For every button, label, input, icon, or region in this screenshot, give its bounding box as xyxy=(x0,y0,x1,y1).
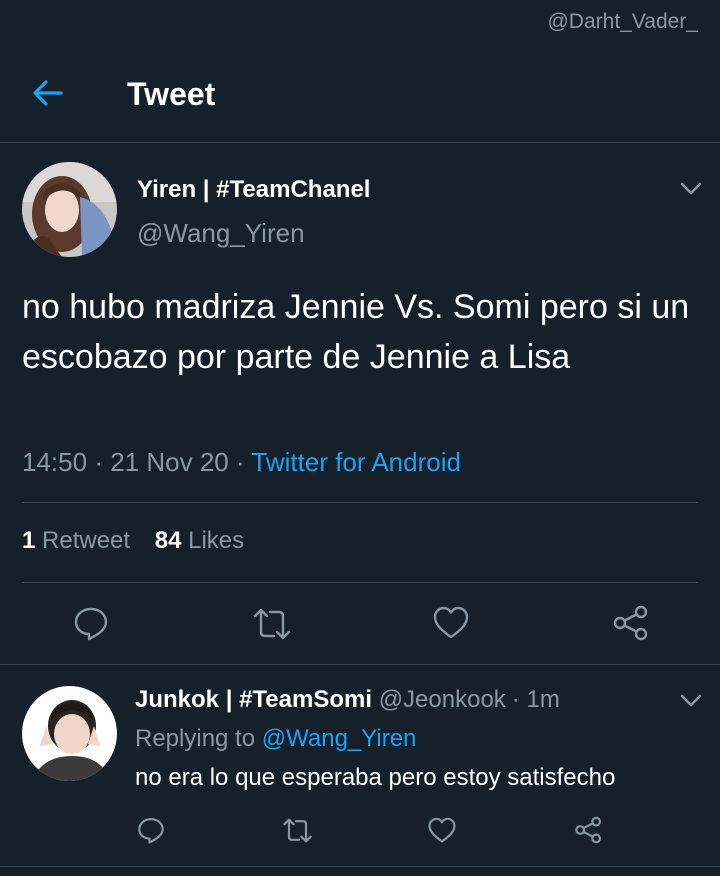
like-count: 84 xyxy=(154,527,182,554)
author-avatar[interactable] xyxy=(22,162,117,257)
share-icon xyxy=(575,816,602,844)
retweet-label: Retweet xyxy=(42,527,131,554)
retweet-icon xyxy=(283,818,312,843)
reply-retweet-button[interactable] xyxy=(282,818,313,843)
replying-label: Replying to xyxy=(135,725,256,752)
back-button[interactable] xyxy=(30,78,64,108)
reply-share-button[interactable] xyxy=(574,816,603,844)
watermark-handle: @Darht_Vader_ xyxy=(547,10,698,33)
divider xyxy=(22,582,698,583)
reply-text: no era lo que esperaba pero estoy satisf… xyxy=(135,764,616,791)
heart-icon xyxy=(428,817,456,843)
separator-dot: · xyxy=(511,686,520,713)
divider xyxy=(0,664,720,665)
likes-stat[interactable]: 84 Likes xyxy=(155,527,244,554)
divider xyxy=(22,502,698,503)
arrow-left-icon xyxy=(33,80,63,106)
like-label: Likes xyxy=(188,527,245,554)
reply-button[interactable] xyxy=(73,605,109,641)
divider xyxy=(0,866,720,867)
tweet-meta: 14:50 · 21 Nov 20 · Twitter for Android xyxy=(22,447,461,478)
tweet-header: Tweet xyxy=(0,44,720,142)
share-icon xyxy=(613,605,648,641)
separator-dot: · xyxy=(235,447,245,477)
comment-icon xyxy=(138,818,164,844)
tweet-time[interactable]: 14:50 xyxy=(22,447,87,477)
avatar-image xyxy=(22,162,117,257)
separator-dot: · xyxy=(94,447,103,477)
reply-author-avatar[interactable] xyxy=(22,686,117,781)
replying-to: Replying to @Wang_Yiren xyxy=(135,725,416,753)
tweet-date[interactable]: 21 Nov 20 xyxy=(110,447,229,477)
divider xyxy=(0,142,720,143)
reply-options-button[interactable] xyxy=(680,694,702,708)
tweet-source-link[interactable]: Twitter for Android xyxy=(251,447,461,477)
share-button[interactable] xyxy=(612,605,650,641)
reply-time[interactable]: 1m xyxy=(526,686,559,713)
chevron-down-icon xyxy=(680,182,702,195)
page-title: Tweet xyxy=(127,76,216,112)
retweet-icon xyxy=(253,608,291,640)
avatar-image xyxy=(22,686,117,781)
reply-like-button[interactable] xyxy=(428,817,456,844)
author-name[interactable]: Yiren | #TeamChanel xyxy=(137,176,370,204)
reply-author-handle[interactable]: @Jeonkook xyxy=(379,686,506,713)
retweet-button[interactable] xyxy=(252,608,292,640)
reply-reply-button[interactable] xyxy=(137,816,165,844)
retweets-stat[interactable]: 1 Retweet xyxy=(22,527,130,554)
heart-icon xyxy=(433,606,469,639)
replying-mention-link[interactable]: @Wang_Yiren xyxy=(262,725,417,752)
like-button[interactable] xyxy=(433,606,469,640)
tweet-stats: 1 Retweet 84 Likes xyxy=(22,527,244,555)
comment-icon xyxy=(74,607,108,641)
retweet-count: 1 xyxy=(22,527,36,554)
chevron-down-icon xyxy=(680,694,702,707)
reply-header: Junkok | #TeamSomi @Jeonkook · 1m xyxy=(135,686,560,714)
reply-author-name[interactable]: Junkok | #TeamSomi xyxy=(135,686,372,713)
tweet-text: no hubo madriza Jennie Vs. Somi pero si … xyxy=(22,288,690,376)
author-handle[interactable]: @Wang_Yiren xyxy=(137,218,305,249)
tweet-options-button[interactable] xyxy=(680,182,702,196)
